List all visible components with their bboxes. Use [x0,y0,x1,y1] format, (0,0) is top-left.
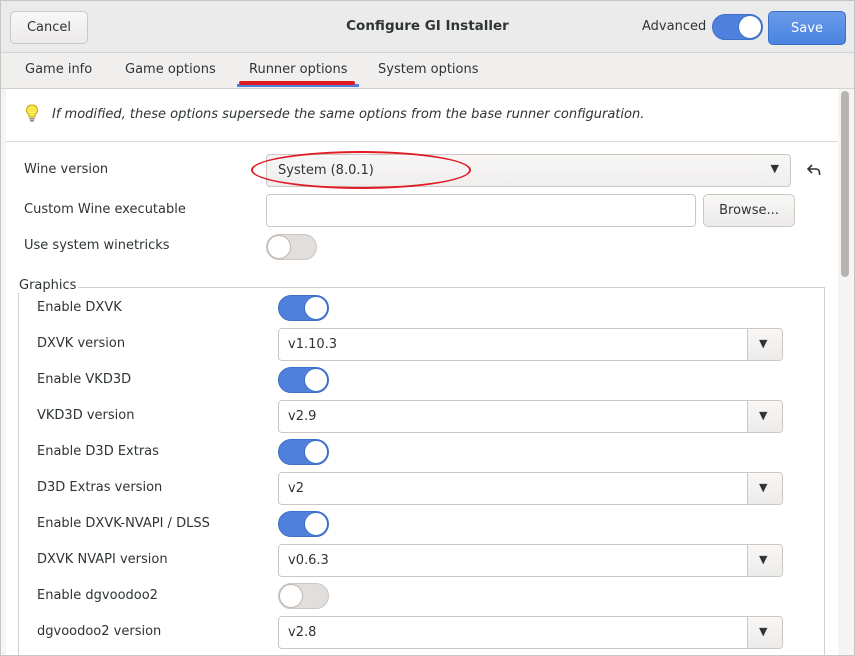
configure-dialog: Cancel Configure GI Installer Advanced S… [0,0,855,656]
vkd3d-version-label: VKD3D version [37,408,135,423]
tab-runner-options[interactable]: Runner options [249,62,348,77]
d3d-extras-version-combo[interactable]: v2 ▼ [278,472,783,505]
scrollbar-thumb[interactable] [841,91,849,277]
enable-vkd3d-label: Enable VKD3D [37,372,132,387]
info-bar: If modified, these options supersede the… [6,89,838,142]
info-text: If modified, these options supersede the… [52,107,645,122]
wine-version-label: Wine version [24,162,109,177]
dropdown-button[interactable]: ▼ [747,617,782,648]
dxvk-nvapi-version-value: v0.6.3 [288,553,329,568]
dxvk-version-value: v1.10.3 [288,337,338,352]
dxvk-version-combo[interactable]: v1.10.3 ▼ [278,328,783,361]
enable-dxvk-nvapi-label: Enable DXVK-NVAPI / DLSS [37,516,210,531]
chevron-down-icon: ▼ [759,553,768,566]
chevron-down-icon: ▼ [770,162,779,175]
browse-button[interactable]: Browse... [703,194,795,227]
switch-knob [304,296,328,320]
lightbulb-icon [25,104,39,126]
tab-game-options[interactable]: Game options [125,62,216,77]
dropdown-button[interactable]: ▼ [747,329,782,360]
advanced-switch[interactable] [712,14,763,40]
switch-knob [279,584,303,608]
d3d-extras-version-label: D3D Extras version [37,480,163,495]
winetricks-switch[interactable] [266,234,317,260]
header-bar: Cancel Configure GI Installer Advanced S… [1,1,854,53]
reset-icon[interactable] [806,162,821,180]
custom-wine-input[interactable] [266,194,696,227]
graphics-section-label: Graphics [17,278,79,293]
enable-dgvoodoo2-label: Enable dgvoodoo2 [37,588,158,603]
enable-dxvk-nvapi-switch[interactable] [278,511,329,537]
switch-knob [738,15,762,39]
advanced-label: Advanced [642,19,707,34]
tab-bar: Game info Game options Runner options Sy… [1,53,854,89]
dxvk-nvapi-version-combo[interactable]: v0.6.3 ▼ [278,544,783,577]
enable-dxvk-label: Enable DXVK [37,300,122,315]
switch-knob [304,440,328,464]
enable-d3d-extras-label: Enable D3D Extras [37,444,159,459]
dxvk-version-label: DXVK version [37,336,126,351]
enable-d3d-extras-switch[interactable] [278,439,329,465]
enable-vkd3d-switch[interactable] [278,367,329,393]
vkd3d-version-value: v2.9 [288,409,317,424]
dgvoodoo2-version-combo[interactable]: v2.8 ▼ [278,616,783,649]
chevron-down-icon: ▼ [759,625,768,638]
dropdown-button[interactable]: ▼ [747,545,782,576]
vertical-scrollbar[interactable] [838,89,854,655]
switch-knob [304,368,328,392]
chevron-down-icon: ▼ [759,481,768,494]
save-button[interactable]: Save [768,11,846,45]
dropdown-button[interactable]: ▼ [747,401,782,432]
chevron-down-icon: ▼ [759,337,768,350]
enable-dgvoodoo2-switch[interactable] [278,583,329,609]
runner-options-panel: If modified, these options supersede the… [6,89,838,655]
wine-version-value: System (8.0.1) [278,163,374,178]
switch-knob [304,512,328,536]
dgvoodoo2-version-value: v2.8 [288,625,317,640]
switch-knob [267,235,291,259]
tab-game-info[interactable]: Game info [25,62,92,77]
wine-version-dropdown[interactable]: System (8.0.1) ▼ [266,154,791,187]
annotation-underline [239,81,355,85]
dxvk-nvapi-version-label: DXVK NVAPI version [37,552,168,567]
dropdown-button[interactable]: ▼ [747,473,782,504]
d3d-extras-version-value: v2 [288,481,304,496]
tab-system-options[interactable]: System options [378,62,479,77]
winetricks-label: Use system winetricks [24,238,170,253]
vkd3d-version-combo[interactable]: v2.9 ▼ [278,400,783,433]
enable-dxvk-switch[interactable] [278,295,329,321]
chevron-down-icon: ▼ [759,409,768,422]
dgvoodoo2-version-label: dgvoodoo2 version [37,624,162,639]
custom-wine-label: Custom Wine executable [24,202,186,217]
